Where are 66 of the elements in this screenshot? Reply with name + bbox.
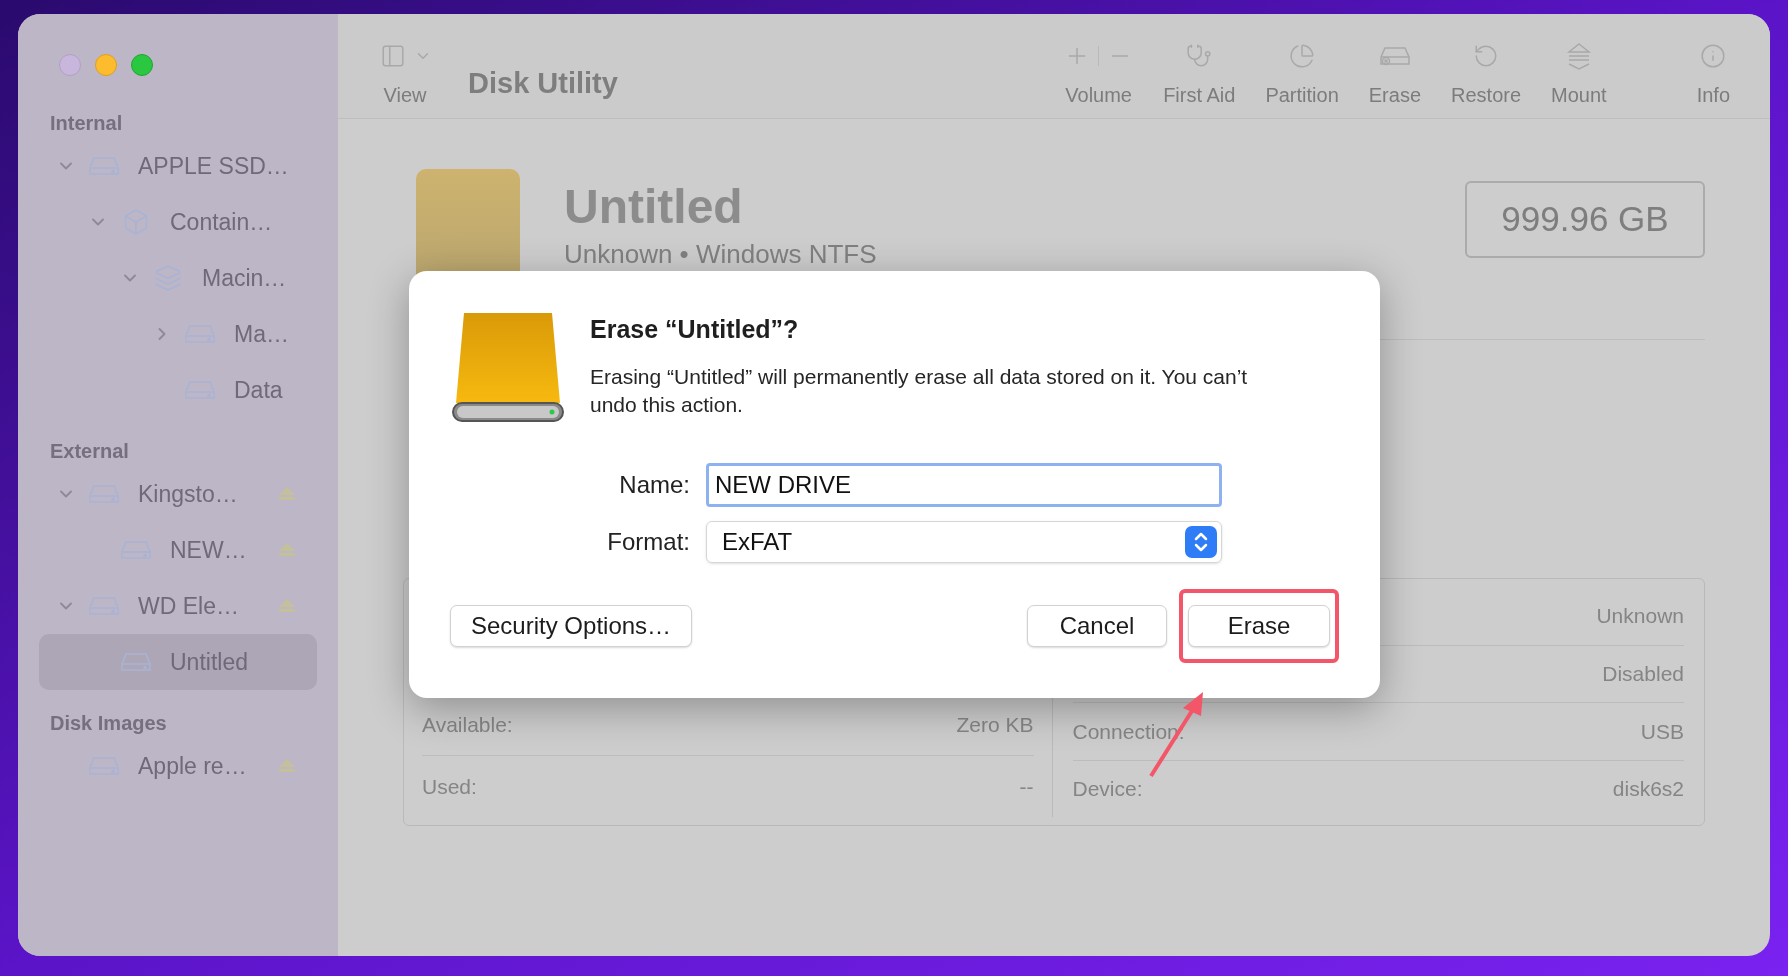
format-select[interactable]: ExFAT: [706, 521, 1222, 563]
stethoscope-icon: [1186, 43, 1213, 69]
sidebar-item[interactable]: NEW…: [39, 522, 317, 578]
sidebar-item[interactable]: Kingsto…: [39, 466, 317, 522]
section-header: External: [49, 439, 130, 464]
minimize-button[interactable]: [95, 54, 117, 76]
section-header: Disk Images: [49, 711, 168, 736]
drive-erase-icon: [1377, 44, 1412, 68]
sidebar-item[interactable]: Contain…: [39, 194, 317, 250]
window-title: Disk Utility: [468, 66, 618, 101]
eject-icon[interactable]: [279, 599, 295, 613]
name-field[interactable]: NEW DRIVE: [706, 463, 1222, 507]
info-label: Device:: [1072, 776, 1143, 802]
item-label: Contain…: [170, 207, 274, 237]
toolbar-label[interactable]: Partition: [1265, 80, 1339, 110]
sidebar-item[interactable]: APPLE SSD…: [39, 138, 317, 194]
section-header: Internal: [49, 111, 124, 136]
eject-icon[interactable]: [279, 543, 295, 557]
toolbar-label[interactable]: Restore: [1451, 80, 1522, 110]
drive-icon: [121, 651, 151, 673]
item-label: Kingsto…: [138, 479, 239, 509]
stepper-icon: [1185, 526, 1217, 558]
dialog-message: Erasing “Untitled” will permanently erase all data stored on it. You can’t undo this action.: [590, 363, 1249, 418]
info-label: Available:: [422, 711, 513, 738]
info-value: Disabled: [1602, 661, 1684, 687]
sidebar-item[interactable]: Ma…: [39, 306, 317, 362]
info-value: --: [1019, 773, 1034, 800]
field-label: Name:: [618, 470, 690, 500]
info-value: Zero KB: [956, 711, 1034, 738]
item-label: NEW…: [170, 535, 248, 565]
item-label: Apple re…: [138, 751, 248, 781]
zoom-button[interactable]: [131, 54, 153, 76]
item-label: WD Ele…: [138, 591, 240, 621]
info-value: USB: [1640, 718, 1684, 745]
sidebar-item[interactable]: Untitled: [39, 634, 317, 690]
cancel-button[interactable]: Cancel: [1027, 605, 1167, 647]
toolbar-label[interactable]: Erase: [1368, 80, 1421, 110]
eject-icon[interactable]: [279, 487, 295, 501]
info-value: Unknown: [1596, 603, 1684, 629]
mount-icon: [1565, 42, 1592, 70]
sidebar-item[interactable]: Macin…: [39, 250, 317, 306]
toolbar-label[interactable]: Mount: [1551, 80, 1607, 110]
sidebar-item[interactable]: Apple re…: [39, 738, 317, 794]
sidebar-item[interactable]: WD Ele…: [39, 578, 317, 634]
pie-chart-icon: [1289, 43, 1316, 69]
toolbar-label[interactable]: Volume: [1065, 80, 1132, 110]
volume-subtitle: Unknown • Windows NTFS: [564, 238, 878, 271]
volume-name: Untitled: [564, 179, 744, 235]
toolbar-label[interactable]: Info: [1696, 80, 1730, 110]
dialog-title: Erase “Untitled”?: [590, 314, 800, 345]
info-label: Used:: [422, 773, 477, 800]
item-label: Ma…: [234, 319, 290, 349]
field-label: Format:: [606, 527, 690, 557]
sidebar-item[interactable]: Data: [39, 362, 317, 418]
info-icon: [1700, 43, 1727, 69]
item-label: APPLE SSD…: [138, 151, 290, 181]
toolbar-label[interactable]: First Aid: [1163, 80, 1236, 110]
item-label: Data: [234, 375, 284, 405]
eject-icon[interactable]: [279, 759, 295, 773]
item-label: Untitled: [170, 647, 249, 677]
security-options-button[interactable]: Security Options…: [450, 605, 693, 647]
info-value: disk6s2: [1612, 776, 1684, 802]
erase-button[interactable]: Erase: [1188, 605, 1330, 647]
item-label: Macin…: [202, 263, 288, 293]
capacity-badge: 999.96 GB: [1465, 181, 1705, 258]
toolbar-label: View: [383, 83, 427, 108]
